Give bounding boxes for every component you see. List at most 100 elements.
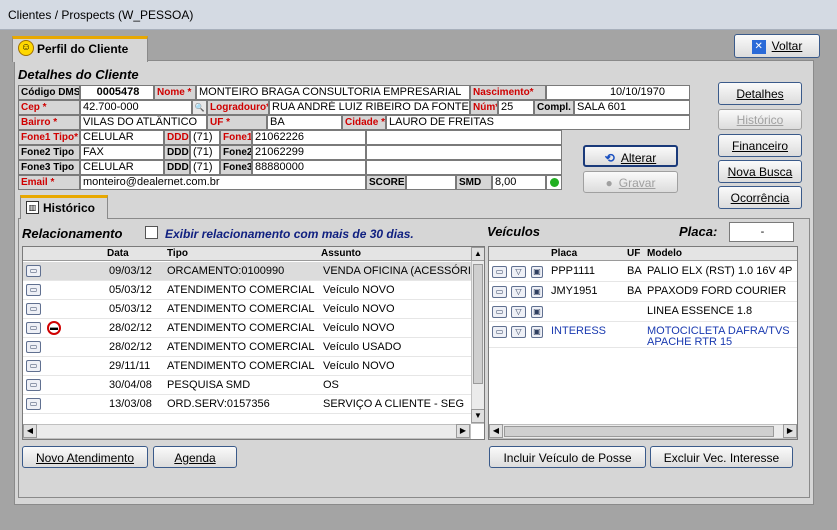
gravar-button[interactable]: ● Gravar	[583, 171, 678, 193]
novo-atendimento-button[interactable]: Novo Atendimento	[22, 446, 148, 468]
row-assunto: Veículo USADO	[323, 341, 402, 353]
nova-busca-button[interactable]: Nova Busca	[718, 160, 802, 183]
veiculos-title: Veículos	[487, 224, 540, 239]
table-row[interactable]: ▭ ▽ ▣ PPP1111 BA PALIO ELX (RST) 1.0 16V 4P	[489, 262, 797, 282]
filter-icon[interactable]: ▽	[511, 326, 526, 338]
car-alert-icon[interactable]: ▬	[47, 321, 61, 335]
chat-icon[interactable]: ▭	[26, 322, 41, 334]
chat-icon[interactable]: ▭	[26, 303, 41, 315]
nascimento-field[interactable]: 10/10/1970	[546, 85, 690, 100]
fone3-extra-field[interactable]	[366, 160, 562, 175]
detalhes-button[interactable]: Detalhes	[718, 82, 802, 105]
codigo-dms-field[interactable]: 0005478	[80, 85, 154, 100]
document-icon[interactable]: ▣	[531, 306, 543, 318]
col-uf[interactable]: UF	[627, 247, 640, 260]
placa-search-input[interactable]: -	[729, 222, 794, 242]
chat-icon[interactable]: ▭	[26, 379, 41, 391]
score-label: SCORE	[366, 175, 406, 190]
fone2-tipo-label: Fone2 Tipo	[18, 145, 80, 160]
table-row[interactable]: ▭ 30/04/08 PESQUISA SMD OS	[23, 376, 471, 395]
nome-field[interactable]: MONTEIRO BRAGA CONSULTORIA EMPRESARIAL	[196, 85, 470, 100]
fone1-tipo-field[interactable]: CELULAR	[80, 130, 164, 145]
filter-icon[interactable]: ▽	[511, 266, 526, 278]
chat-icon[interactable]: ▭	[26, 341, 41, 353]
fone2-field[interactable]: 21062299	[252, 145, 366, 160]
book-icon: ▥	[26, 201, 39, 214]
excluir-vec-button[interactable]: Excluir Vec. Interesse	[650, 446, 793, 468]
col-tipo[interactable]: Tipo	[167, 247, 188, 260]
chat-icon[interactable]: ▭	[492, 266, 507, 278]
row-placa: PPP1111	[551, 265, 596, 277]
veiculos-hscroll[interactable]: ◀ ▶	[489, 424, 797, 439]
voltar-button[interactable]: ✕ Voltar	[734, 34, 820, 58]
table-row[interactable]: ▭ 29/11/11 ATENDIMENTO COMERCIAL Veículo NO…	[23, 357, 471, 376]
scroll-down-icon[interactable]: ▼	[471, 409, 484, 423]
scroll-left-icon[interactable]: ◀	[23, 424, 37, 438]
scroll-right-icon[interactable]: ▶	[456, 424, 470, 438]
scroll-up-icon[interactable]: ▲	[471, 247, 484, 261]
chat-icon[interactable]: ▭	[26, 284, 41, 296]
logradouro-field[interactable]: RUA ANDRÉ LUIZ RIBEIRO DA FONTE	[269, 100, 470, 115]
fone2-tipo-field[interactable]: FAX	[80, 145, 164, 160]
filter-icon[interactable]: ▽	[511, 306, 526, 318]
chat-icon[interactable]: ▭	[26, 265, 41, 277]
scroll-thumb[interactable]	[473, 264, 483, 384]
table-row[interactable]: ▭ 05/03/12 ATENDIMENTO COMERCIAL Veículo NO…	[23, 300, 471, 319]
chat-icon[interactable]: ▭	[26, 398, 41, 410]
chat-icon[interactable]: ▭	[492, 286, 507, 298]
scroll-right-icon[interactable]: ▶	[783, 424, 797, 438]
ddd2-field[interactable]: (71)	[190, 145, 220, 160]
fone1-field[interactable]: 21062226	[252, 130, 366, 145]
fone1-extra-field[interactable]	[366, 130, 562, 145]
table-row[interactable]: ▭ 05/03/12 ATENDIMENTO COMERCIAL Veículo NO…	[23, 281, 471, 300]
financeiro-button[interactable]: Financeiro	[718, 134, 802, 157]
ddd1-field[interactable]: (71)	[190, 130, 220, 145]
relacionamento-vscroll[interactable]: ▲ ▼	[471, 247, 484, 424]
title-bar: Clientes / Prospects (W_PESSOA)	[0, 0, 837, 30]
col-assunto[interactable]: Assunto	[321, 247, 361, 260]
table-row[interactable]: ▭ 13/03/08 ORD.SERV:0157356 SERVIÇO A CLIEN…	[23, 395, 471, 414]
fone3-field[interactable]: 88880000	[252, 160, 366, 175]
document-icon[interactable]: ▣	[531, 326, 543, 338]
uf-field[interactable]: BA	[267, 115, 342, 130]
fone3-label: Fone3	[220, 160, 252, 175]
table-row[interactable]: ▭ ▽ ▣ JMY1951 BA PPAXOD9 FORD COURIER	[489, 282, 797, 302]
hscroll-thumb[interactable]	[504, 426, 774, 437]
chat-icon[interactable]: ▭	[492, 326, 507, 338]
document-icon[interactable]: ▣	[531, 266, 543, 278]
tab-historico[interactable]: ▥ Histórico	[20, 195, 108, 219]
table-row[interactable]: ▭ 28/02/12 ATENDIMENTO COMERCIAL Veículo US…	[23, 338, 471, 357]
col-data[interactable]: Data	[107, 247, 129, 260]
num-field[interactable]: 25	[498, 100, 534, 115]
compl-field[interactable]: SALA 601	[574, 100, 690, 115]
table-row[interactable]: ▭ ▽ ▣ LINEA ESSENCE 1.8	[489, 302, 797, 322]
chat-icon[interactable]: ▭	[26, 360, 41, 372]
ocorrencia-button[interactable]: Ocorrência	[718, 186, 802, 209]
alterar-button[interactable]: ⟲ Alterar	[583, 145, 678, 167]
search-cep-icon[interactable]: 🔍	[192, 100, 207, 115]
relacionamento-hscroll[interactable]: ◀ ▶	[23, 424, 471, 439]
cep-field[interactable]: 42.700-000	[80, 100, 192, 115]
mais-30-dias-checkbox[interactable]	[145, 226, 158, 239]
email-field[interactable]: monteiro@dealernet.com.br	[80, 175, 366, 190]
table-row[interactable]: ▭ ▽ ▣ INTERESS MOTOCICLETA DAFRA/TVS APACHE R…	[489, 322, 797, 348]
fone2-label: Fone2	[220, 145, 252, 160]
cidade-field[interactable]: LAURO DE FREITAS	[386, 115, 690, 130]
historico-button[interactable]: Histórico	[718, 109, 802, 130]
fone2-extra-field[interactable]	[366, 145, 562, 160]
scroll-left-icon[interactable]: ◀	[489, 424, 503, 438]
chat-icon[interactable]: ▭	[492, 306, 507, 318]
score-field[interactable]	[406, 175, 456, 190]
col-placa[interactable]: Placa	[551, 247, 577, 260]
fone3-tipo-field[interactable]: CELULAR	[80, 160, 164, 175]
incluir-veiculo-button[interactable]: Incluir Veículo de Posse	[489, 446, 646, 468]
ddd3-field[interactable]: (71)	[190, 160, 220, 175]
table-row[interactable]: ▭ ▬ 28/02/12 ATENDIMENTO COMERCIAL Veículo N…	[23, 319, 471, 338]
table-row[interactable]: ▭ 09/03/12 ORCAMENTO:0100990 VENDA OFICINA …	[23, 262, 471, 281]
filter-icon[interactable]: ▽	[511, 286, 526, 298]
col-modelo[interactable]: Modelo	[647, 247, 682, 260]
document-icon[interactable]: ▣	[531, 286, 543, 298]
smd-field[interactable]: 8,00	[492, 175, 546, 190]
agenda-button[interactable]: Agenda	[153, 446, 237, 468]
bairro-field[interactable]: VILAS DO ATLÂNTICO	[80, 115, 207, 130]
